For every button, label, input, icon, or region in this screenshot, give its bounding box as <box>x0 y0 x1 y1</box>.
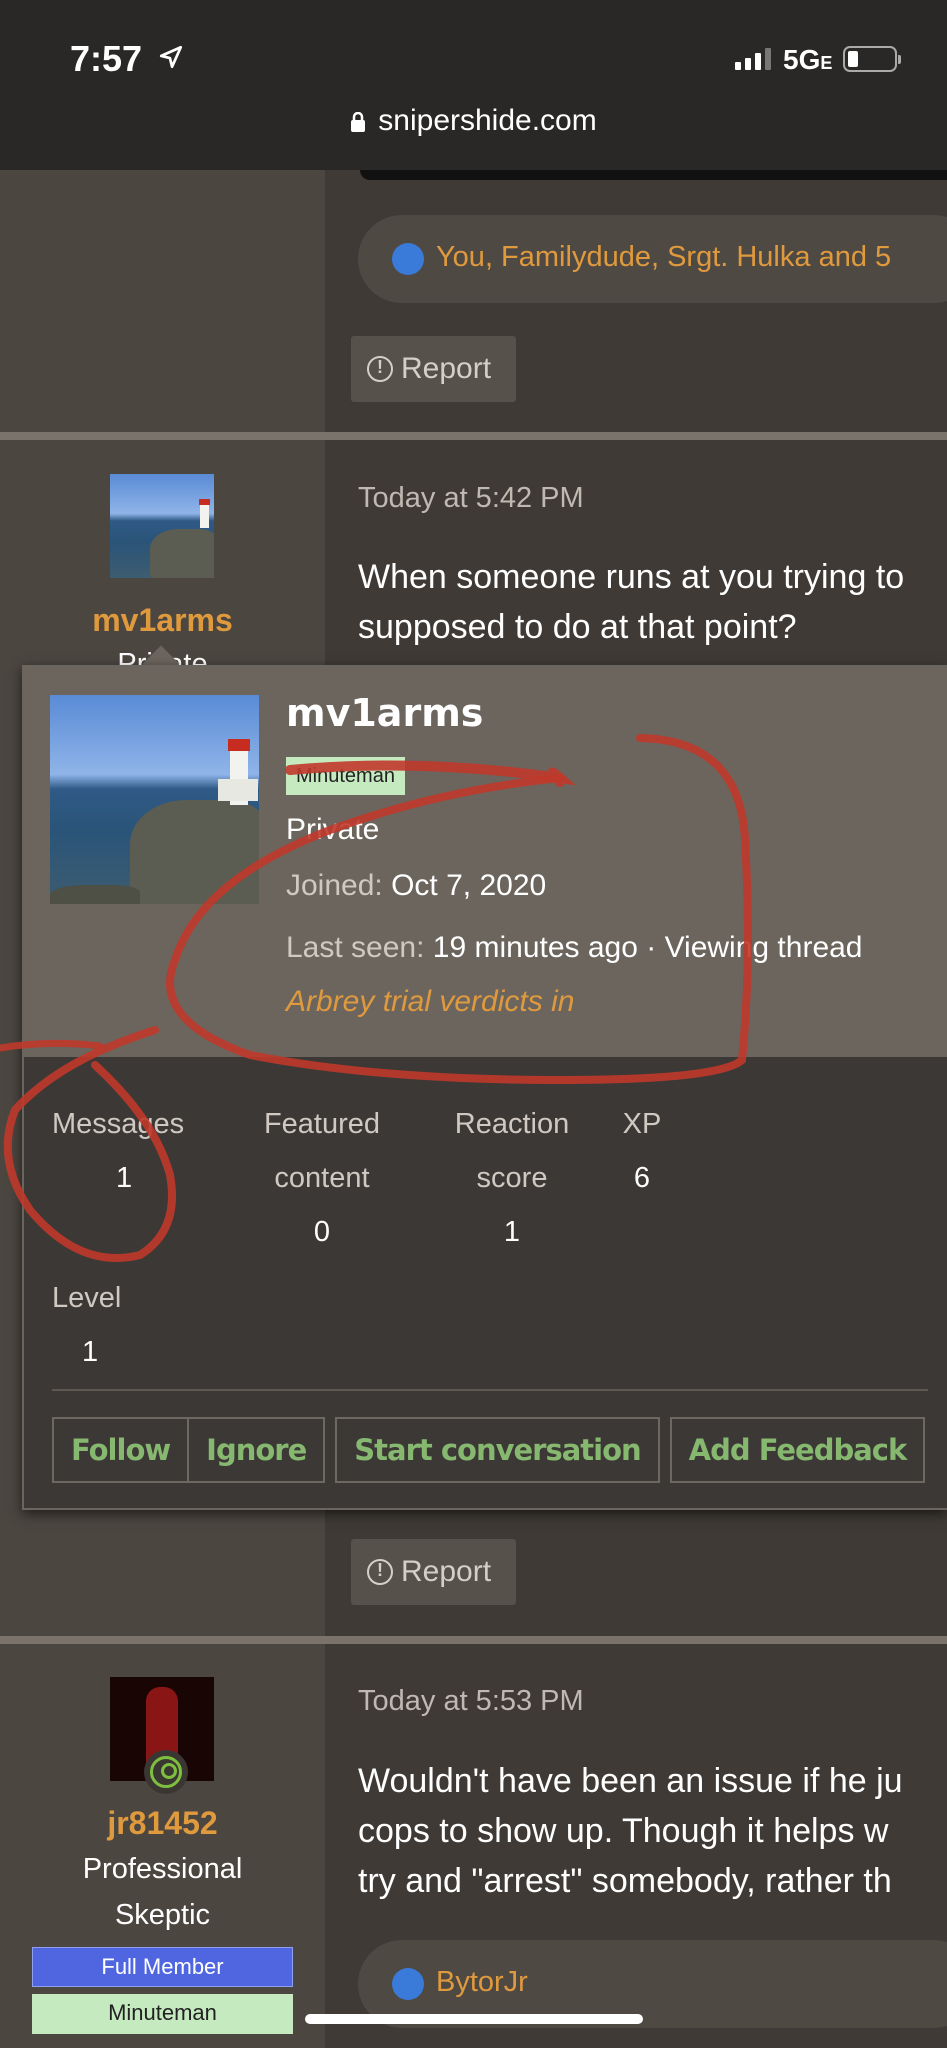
start-conversation-button[interactable]: Start conversation <box>337 1419 657 1481</box>
user-title: Professional <box>82 1853 243 1885</box>
add-feedback-button[interactable]: Add Feedback <box>672 1419 924 1481</box>
stat-reaction-score[interactable]: Reaction score 1 <box>432 1097 592 1259</box>
alert-icon <box>367 356 393 382</box>
member-last-seen: Last seen: 19 minutes ago · Viewing thre… <box>286 931 863 964</box>
post-text-line: When someone runs at you trying to <box>358 558 905 596</box>
post-divider <box>0 432 947 440</box>
browser-top-bar: 7:57 5GE snipershide.com <box>0 0 947 170</box>
report-button[interactable]: Report <box>351 336 516 402</box>
previous-post-edge <box>360 170 947 180</box>
location-arrow-icon <box>159 45 183 69</box>
reactions-summary[interactable]: You, Familydude, Srgt. Hulka and 5 <box>358 215 947 303</box>
network-indicator: 5GE <box>783 44 833 75</box>
stat-messages[interactable]: Messages 1 <box>52 1097 202 1205</box>
tooltip-separator <box>52 1389 928 1391</box>
member-name[interactable]: mv1arms <box>286 691 483 735</box>
post-text-line: try and "arrest" somebody, rather th <box>358 1862 892 1900</box>
online-status-icon <box>144 1750 188 1794</box>
user-banner-full-member: Full Member <box>32 1947 293 1987</box>
url-text: snipershide.com <box>378 104 597 137</box>
alert-icon <box>367 1559 393 1585</box>
post-date[interactable]: Today at 5:53 PM <box>358 1685 584 1718</box>
like-icon <box>392 1968 424 2000</box>
viewing-thread-link[interactable]: Arbrey trial verdicts in <box>286 985 574 1019</box>
member-joined: Joined: Oct 7, 2020 <box>286 869 547 902</box>
member-avatar[interactable] <box>50 695 259 904</box>
like-icon <box>392 243 424 275</box>
reactions-text[interactable]: BytorJr <box>436 1966 528 1999</box>
ignore-button[interactable]: Ignore <box>187 1419 323 1481</box>
post-divider <box>0 1636 947 1644</box>
post-date[interactable]: Today at 5:42 PM <box>358 482 584 515</box>
report-button[interactable]: Report <box>351 1539 516 1605</box>
member-badge: Minuteman <box>286 757 405 795</box>
stat-featured-content[interactable]: Featured content 0 <box>227 1097 417 1259</box>
battery-icon <box>843 46 901 72</box>
avatar[interactable] <box>110 474 214 578</box>
member-rank: Private <box>286 813 380 846</box>
lock-icon <box>351 112 366 132</box>
user-title: Skeptic <box>114 1899 211 1931</box>
stat-level[interactable]: Level 1 <box>52 1271 172 1379</box>
member-tooltip: mv1arms Minuteman Private Joined: Oct 7,… <box>22 665 947 1510</box>
username-link[interactable]: mv1arms <box>0 602 325 639</box>
member-actions: Follow Ignore Start conversation Add Fee… <box>52 1417 926 1483</box>
home-indicator[interactable] <box>305 2014 643 2024</box>
status-time: 7:57 <box>70 38 143 79</box>
post-text-line: supposed to do at that point? <box>358 608 797 646</box>
post-text-line: Wouldn't have been an issue if he ju <box>358 1762 903 1800</box>
username-link[interactable]: jr81452 <box>0 1805 325 1842</box>
signal-icon <box>735 48 771 70</box>
stat-xp[interactable]: XP 6 <box>612 1097 672 1205</box>
post-text-line: cops to show up. Though it helps w <box>358 1812 889 1850</box>
follow-button[interactable]: Follow <box>54 1419 187 1481</box>
reactions-text[interactable]: You, Familydude, Srgt. Hulka and 5 <box>436 241 891 274</box>
address-bar[interactable]: snipershide.com <box>0 104 947 138</box>
user-banner-minuteman: Minuteman <box>32 1994 293 2034</box>
